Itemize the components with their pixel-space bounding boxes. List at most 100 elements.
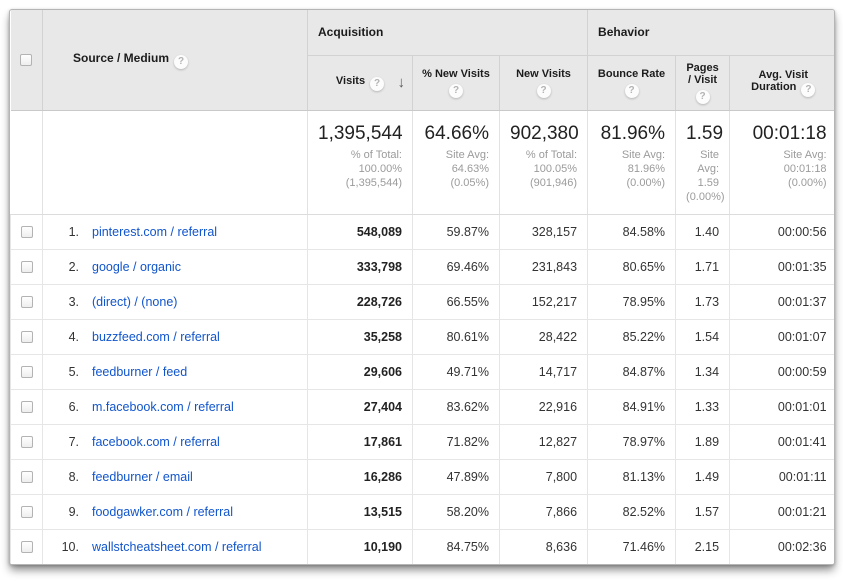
pct-new-visits-cell: 49.71% bbox=[413, 354, 500, 389]
source-link[interactable]: google / organic bbox=[92, 260, 181, 274]
group-header-behavior: Behavior bbox=[588, 10, 835, 55]
source-cell: 1.pinterest.com / referral bbox=[43, 214, 308, 249]
pct-new-visits-cell: 66.55% bbox=[413, 284, 500, 319]
column-header-pct-new-visits[interactable]: % New Visits? bbox=[413, 55, 500, 110]
source-link[interactable]: pinterest.com / referral bbox=[92, 225, 217, 239]
help-icon[interactable]: ? bbox=[449, 84, 463, 98]
source-link[interactable]: facebook.com / referral bbox=[92, 435, 220, 449]
row-checkbox[interactable] bbox=[21, 506, 33, 518]
totals-sub-line: (0.05%) bbox=[423, 176, 489, 190]
row-rank: 6. bbox=[43, 400, 79, 414]
pages-visit-cell: 1.49 bbox=[676, 459, 730, 494]
column-header-source-medium[interactable]: Source / Medium? bbox=[43, 10, 308, 110]
new-visits-label: New Visits bbox=[508, 68, 579, 80]
totals-sub-line: 81.96% bbox=[598, 162, 665, 176]
pct-new-visits-cell: 69.46% bbox=[413, 249, 500, 284]
row-checkbox[interactable] bbox=[21, 261, 33, 273]
totals-subtext: Site Avg: 64.63% (0.05%) bbox=[423, 148, 489, 190]
row-checkbox[interactable] bbox=[21, 401, 33, 413]
row-checkbox-cell bbox=[11, 214, 43, 249]
row-checkbox[interactable] bbox=[21, 541, 33, 553]
avg-duration-cell: 00:00:56 bbox=[730, 214, 835, 249]
totals-new-visits-cell: 902,380 % of Total: 100.05% (901,946) bbox=[500, 110, 588, 214]
visits-cell: 35,258 bbox=[308, 319, 413, 354]
avg-duration-cell: 00:01:07 bbox=[730, 319, 835, 354]
row-checkbox[interactable] bbox=[21, 366, 33, 378]
help-icon[interactable]: ? bbox=[696, 90, 710, 104]
row-checkbox-cell bbox=[11, 459, 43, 494]
totals-sub-line: Site Avg: bbox=[423, 148, 489, 162]
source-link[interactable]: wallstcheatsheet.com / referral bbox=[92, 540, 262, 554]
behavior-label: Behavior bbox=[598, 25, 649, 39]
source-cell: 9. foodgawker.com / referral bbox=[43, 494, 308, 529]
bounce-rate-cell: 78.95% bbox=[588, 284, 676, 319]
totals-sub-line: 1.59 bbox=[686, 176, 719, 190]
row-checkbox-cell bbox=[11, 529, 43, 564]
row-checkbox[interactable] bbox=[21, 436, 33, 448]
source-cell: 7.facebook.com / referral bbox=[43, 424, 308, 459]
new-visits-cell: 231,843 bbox=[500, 249, 588, 284]
help-icon[interactable]: ? bbox=[370, 77, 384, 91]
bounce-rate-cell: 84.87% bbox=[588, 354, 676, 389]
row-rank: 10. bbox=[43, 540, 79, 554]
column-header-pages-visit[interactable]: Pages / Visit? bbox=[676, 55, 730, 110]
help-icon[interactable]: ? bbox=[625, 84, 639, 98]
help-icon[interactable]: ? bbox=[174, 55, 188, 69]
select-all-checkbox[interactable] bbox=[20, 54, 32, 66]
avg-duration-cell: 00:01:37 bbox=[730, 284, 835, 319]
totals-subtext: % of Total: 100.05% (901,946) bbox=[510, 148, 577, 190]
bounce-rate-cell: 84.91% bbox=[588, 389, 676, 424]
source-cell: 4.buzzfeed.com / referral bbox=[43, 319, 308, 354]
totals-value: 902,380 bbox=[510, 123, 577, 145]
bounce-rate-label: Bounce Rate bbox=[596, 68, 667, 80]
table-row: 6.m.facebook.com / referral 27,404 83.62… bbox=[11, 389, 836, 424]
pages-visit-cell: 1.40 bbox=[676, 214, 730, 249]
row-checkbox[interactable] bbox=[21, 226, 33, 238]
column-header-avg-visit-duration[interactable]: Avg. Visit Duration? bbox=[730, 55, 835, 110]
help-icon[interactable]: ? bbox=[537, 84, 551, 98]
source-cell: 5. feedburner / feed bbox=[43, 354, 308, 389]
source-link[interactable]: foodgawker.com / referral bbox=[92, 505, 233, 519]
row-checkbox[interactable] bbox=[21, 296, 33, 308]
visits-cell: 548,089 bbox=[308, 214, 413, 249]
source-link[interactable]: buzzfeed.com / referral bbox=[92, 330, 220, 344]
totals-sub-line: % of Total: bbox=[318, 148, 402, 162]
totals-sub-line: % of Total: bbox=[510, 148, 577, 162]
totals-subtext: Site Avg: 81.96% (0.00%) bbox=[598, 148, 665, 190]
column-header-visits[interactable]: Visits? ↓ bbox=[308, 55, 413, 110]
new-visits-cell: 28,422 bbox=[500, 319, 588, 354]
totals-value: 1,395,544 bbox=[318, 123, 402, 145]
source-link[interactable]: m.facebook.com / referral bbox=[92, 400, 234, 414]
source-link[interactable]: feedburner / feed bbox=[92, 365, 187, 379]
table-row: 2.google / organic 333,798 69.46% 231,84… bbox=[11, 249, 836, 284]
totals-value: 64.66% bbox=[423, 123, 489, 145]
row-rank: 9. bbox=[43, 505, 79, 519]
visits-cell: 16,286 bbox=[308, 459, 413, 494]
bounce-rate-cell: 71.46% bbox=[588, 529, 676, 564]
avg-duration-cell: 00:02:36 bbox=[730, 529, 835, 564]
bounce-rate-cell: 82.52% bbox=[588, 494, 676, 529]
source-link[interactable]: (direct) / (none) bbox=[92, 295, 177, 309]
avg-visit-duration-label: Avg. Visit Duration bbox=[751, 69, 808, 93]
row-rank: 5. bbox=[43, 365, 79, 379]
help-icon[interactable]: ? bbox=[801, 83, 815, 97]
source-cell: 10. wallstcheatsheet.com / referral bbox=[43, 529, 308, 564]
table-row: 5.feedburner / feed 29,606 49.71% 14,717… bbox=[11, 354, 836, 389]
column-header-bounce-rate[interactable]: Bounce Rate? bbox=[588, 55, 676, 110]
source-link[interactable]: feedburner / email bbox=[92, 470, 193, 484]
new-visits-cell: 7,866 bbox=[500, 494, 588, 529]
totals-sub-line: (0.00%) bbox=[598, 176, 665, 190]
totals-row: 1,395,544 % of Total: 100.00% (1,395,544… bbox=[11, 110, 836, 214]
totals-sub-line: 64.63% bbox=[423, 162, 489, 176]
new-visits-cell: 12,827 bbox=[500, 424, 588, 459]
pct-new-visits-cell: 58.20% bbox=[413, 494, 500, 529]
row-checkbox-cell bbox=[11, 354, 43, 389]
visits-cell: 228,726 bbox=[308, 284, 413, 319]
totals-sub-line: (0.00%) bbox=[740, 176, 827, 190]
pct-new-visits-cell: 59.87% bbox=[413, 214, 500, 249]
new-visits-cell: 152,217 bbox=[500, 284, 588, 319]
column-header-new-visits[interactable]: New Visits? bbox=[500, 55, 588, 110]
avg-duration-cell: 00:01:35 bbox=[730, 249, 835, 284]
row-checkbox[interactable] bbox=[21, 331, 33, 343]
row-checkbox[interactable] bbox=[21, 471, 33, 483]
